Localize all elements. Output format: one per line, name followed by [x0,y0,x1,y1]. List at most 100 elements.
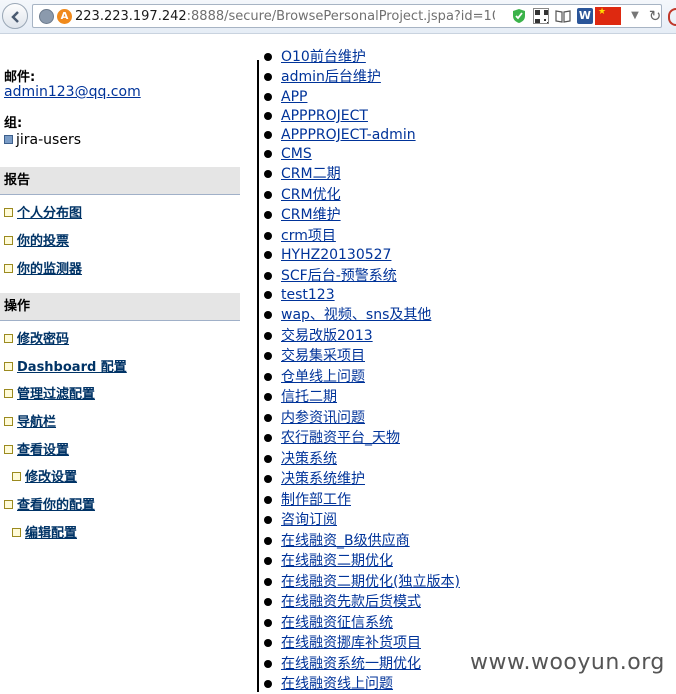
project-link[interactable]: 在线融资二期优化 [281,551,393,571]
project-link[interactable]: 在线融资二期优化(独立版本) [281,572,460,592]
bullet-dot [264,537,272,545]
op-link-change-password[interactable]: 修改密码 [4,328,69,347]
bullet-dot [264,639,272,647]
project-list-item: CRM优化 [262,185,676,205]
project-link[interactable]: APPPROJECT [281,106,368,126]
project-link[interactable]: 在线融资系统一期优化 [281,654,421,674]
project-link[interactable]: 在线融资征信系统 [281,613,393,633]
project-link[interactable]: CRM二期 [281,164,341,184]
browser-toolbar: A 223.223.197.242:8888/secure/BrowsePers… [0,0,676,34]
project-list-item: CRM二期 [262,164,676,184]
op-link-manage-filters[interactable]: 管理过滤配置 [4,383,95,402]
op-link-edit-settings[interactable]: 修改设置 [12,466,77,485]
project-list-item: SCF后台-预警系统 [262,266,676,286]
url-host: 223.223.197.242 [75,9,187,24]
op-link-label: 查看设置 [17,443,70,458]
bullet-dot [264,578,272,586]
bullet-dot [264,131,272,139]
project-link[interactable]: 决策系统 [281,449,337,469]
project-link[interactable]: 在线融资挪库补货项目 [281,633,421,653]
url-path: :8888/secure/BrowsePersonalProject.jspa?… [186,9,495,24]
report-link-your-votes[interactable]: 你的投票 [4,230,69,249]
bullet-icon [4,389,13,398]
project-link[interactable]: CMS [281,144,312,164]
op-link-navbar[interactable]: 导航栏 [4,411,56,430]
bullet-dot [264,170,272,178]
url-text[interactable]: 223.223.197.242:8888/secure/BrowsePerson… [75,8,495,26]
project-link[interactable]: APPPROJECT-admin [281,125,416,145]
project-list-item: CMS [262,144,676,164]
project-link[interactable]: 咨询订阅 [281,510,337,530]
bullet-dot [264,251,272,259]
reader-icon[interactable] [555,8,571,24]
qr-code-icon[interactable] [533,8,549,24]
project-link[interactable]: 在线融资先款后货模式 [281,592,421,612]
project-link[interactable]: wap、视频、sns及其他 [281,305,431,325]
project-link[interactable]: 交易集采项目 [281,346,365,366]
china-flag-icon[interactable]: ★ [595,7,621,25]
op-link-view-your-config[interactable]: 查看你的配置 [4,494,95,513]
report-link-personal-distribution[interactable]: 个人分布图 [4,202,82,221]
project-list-item: APPPROJECT-admin [262,125,676,145]
project-list-item: 仓单线上问题 [262,367,676,387]
extension-icon[interactable] [668,8,676,26]
project-list-item: 在线融资二期优化(独立版本) [262,572,676,592]
project-link[interactable]: APP [281,87,307,107]
warning-icon[interactable]: A [57,9,72,24]
report-link-your-watchers[interactable]: 你的监测器 [4,258,82,277]
op-link-label: Dashboard 配置 [17,360,127,375]
bullet-dot [264,272,272,280]
project-link[interactable]: CRM优化 [281,185,341,205]
report-link-label: 个人分布图 [17,206,83,221]
op-link-view-settings[interactable]: 查看设置 [4,439,69,458]
bullet-dot [264,53,272,61]
project-link[interactable]: 交易改版2013 [281,326,373,346]
bullet-icon [4,500,13,509]
operations-section-header: 操作 [0,293,240,321]
bullet-dot [264,393,272,401]
reload-icon[interactable]: ↻ [647,8,663,24]
op-link-edit-config[interactable]: 编辑配置 [12,522,77,541]
project-link[interactable]: CRM维护 [281,205,341,225]
project-link[interactable]: 内参资讯问题 [281,408,365,428]
word-icon[interactable]: W [577,8,593,24]
project-list-item: 决策系统维护 [262,469,676,489]
bullet-dot [264,516,272,524]
project-link[interactable]: O10前台维护 [281,47,366,67]
project-list-item: APPPROJECT [262,106,676,126]
project-link[interactable]: 仓单线上问题 [281,367,365,387]
dropdown-icon[interactable]: ▼ [627,8,643,24]
bullet-dot [264,311,272,319]
bullet-dot [264,112,272,120]
project-link[interactable]: admin后台维护 [281,67,381,87]
project-list-item: 交易集采项目 [262,346,676,366]
project-list-item: 决策系统 [262,449,676,469]
project-link[interactable]: 决策系统维护 [281,469,365,489]
shield-icon[interactable] [511,8,527,24]
column-divider [257,60,259,692]
address-bar[interactable]: A 223.223.197.242:8888/secure/BrowsePers… [32,4,662,28]
project-link[interactable]: 制作部工作 [281,490,351,510]
back-button[interactable] [2,3,28,29]
project-link[interactable]: 农行融资平台_天物 [281,428,400,448]
bullet-icon [12,528,21,537]
profile-sidebar: 邮件: admin123@qq.com 组: jira-users 报告 个人分… [0,60,240,692]
project-link[interactable]: SCF后台-预警系统 [281,266,397,286]
project-link[interactable]: 信托二期 [281,387,337,407]
project-link[interactable]: HYHZ20130527 [281,245,391,265]
bullet-dot [264,455,272,463]
bullet-icon [4,362,13,371]
project-list-item: CRM维护 [262,205,676,225]
project-link[interactable]: crm项目 [281,226,336,246]
project-link[interactable]: test123 [281,285,335,305]
op-link-dashboard-config[interactable]: Dashboard 配置 [4,356,127,375]
group-icon [4,135,13,144]
project-list-item: 在线融资先款后货模式 [262,592,676,612]
bullet-dot [264,619,272,627]
email-link[interactable]: admin123@qq.com [4,84,141,100]
project-list-item: APP [262,87,676,107]
bullet-icon [4,264,13,273]
project-link[interactable]: 在线融资线上问题 [281,674,393,694]
project-link[interactable]: 在线融资_B级供应商 [281,531,410,551]
globe-icon [39,9,54,24]
